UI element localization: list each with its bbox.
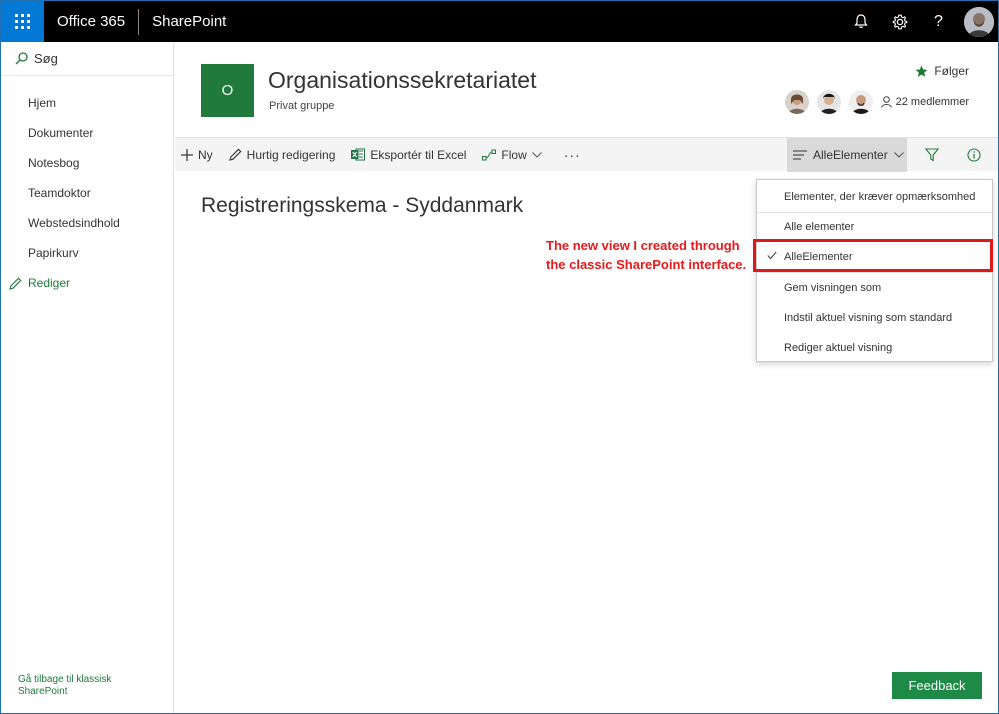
app-launcher-button[interactable] (1, 1, 44, 42)
view-menu-item-label: Alle elementer (784, 221, 855, 233)
search-label: Søg (34, 51, 58, 66)
members-count-link[interactable]: 22 medlemmer (880, 96, 969, 108)
nav-item-notesbog[interactable]: Notesbog (1, 148, 173, 178)
view-menu-item-all-items[interactable]: Alle elementer (757, 212, 992, 242)
quick-edit-label: Hurtig redigering (246, 147, 336, 162)
return-to-classic-link[interactable]: Gå tilbage til klassisk SharePoint (18, 674, 138, 698)
view-menu-item-label: Rediger aktuel visning (784, 342, 893, 354)
plus-icon (181, 148, 193, 161)
member-avatar[interactable] (784, 90, 809, 114)
search-icon (15, 52, 28, 65)
info-icon (967, 148, 981, 162)
pencil-icon (9, 277, 22, 290)
chevron-down-icon (893, 152, 904, 158)
suite-right-controls: ? (841, 1, 998, 42)
nav-edit-link[interactable]: Rediger (1, 268, 173, 298)
flow-icon (482, 149, 497, 160)
left-navigation: Søg Hjem Dokumenter Notesbog Teamdoktor … (1, 42, 174, 713)
filter-button[interactable] (917, 138, 947, 172)
flow-button[interactable]: Flow (474, 138, 549, 172)
excel-icon (351, 148, 366, 161)
view-switcher-label: AlleElementer (813, 148, 888, 162)
notifications-button[interactable] (841, 1, 880, 42)
bell-icon (853, 14, 868, 28)
follow-button[interactable]: Følger (915, 64, 969, 78)
help-button[interactable]: ? (919, 1, 958, 42)
view-menu-item-label: Elementer, der kræver opmærksomhed (784, 191, 976, 203)
office365-brand-link[interactable]: Office 365 (44, 13, 138, 30)
sharepoint-window: Office 365 SharePoint ? Søg Hjem Dokumen… (0, 0, 999, 714)
gear-icon (892, 14, 907, 29)
nav-item-teamdoktor[interactable]: Teamdoktor (1, 178, 173, 208)
view-dropdown-menu: Elementer, der kræver opmærksomhed Alle … (756, 179, 993, 362)
checkmark-icon (767, 251, 777, 260)
member-photo-icon (848, 90, 873, 114)
nav-item-papirkurv[interactable]: Papirkurv (1, 238, 173, 268)
nav-edit-label: Rediger (28, 276, 71, 290)
site-logo[interactable]: O (201, 64, 254, 117)
user-avatar[interactable] (964, 6, 994, 37)
command-bar: Ny Hurtig redigering Eksportér til Excel (175, 137, 998, 172)
new-label: Ny (198, 147, 213, 162)
suite-bar: Office 365 SharePoint ? (1, 1, 998, 42)
nav-item-webstedsindhold[interactable]: Webstedsindhold (1, 208, 173, 238)
chevron-down-icon (531, 151, 542, 158)
view-switcher-button[interactable]: AlleElementer (787, 138, 907, 172)
member-photo-icon (816, 90, 841, 114)
nav-item-dokumenter[interactable]: Dokumenter (1, 118, 173, 148)
site-header: O Organisationssekretariatet Privat grup… (175, 42, 998, 137)
site-title[interactable]: Organisationssekretariatet (268, 67, 536, 94)
quick-edit-button[interactable]: Hurtig redigering (221, 138, 344, 172)
new-button[interactable]: Ny (175, 138, 221, 172)
flow-label: Flow (501, 147, 527, 162)
view-menu-item-edit-view[interactable]: Rediger aktuel visning (757, 333, 992, 363)
nav-item-hjem[interactable]: Hjem (1, 88, 173, 118)
view-menu-item-label: Gem visningen som (784, 282, 882, 294)
view-menu-item-label: AlleElementer (784, 251, 853, 263)
site-subtitle: Privat gruppe (269, 100, 335, 112)
info-button[interactable] (959, 138, 989, 172)
list-title: Registreringsskema - Syddanmark (201, 194, 524, 217)
settings-button[interactable] (880, 1, 919, 42)
member-photo-icon (784, 90, 809, 114)
view-menu-item-alleelementer[interactable]: AlleElementer (757, 242, 992, 272)
view-menu-item-set-default[interactable]: Indstil aktuel visning som standard (757, 303, 992, 333)
export-excel-label: Eksportér til Excel (370, 147, 467, 162)
follow-label: Følger (934, 64, 969, 78)
view-menu-item-save-view-as[interactable]: Gem visningen som (757, 273, 992, 303)
members-area: 22 medlemmer (777, 90, 969, 114)
question-mark-icon: ? (934, 12, 943, 30)
feedback-button[interactable]: Feedback (892, 672, 982, 699)
filter-icon (925, 148, 939, 162)
member-avatar[interactable] (848, 90, 873, 114)
view-menu-item-attention[interactable]: Elementer, der kræver opmærksomhed (757, 182, 992, 212)
annotation-text: The new view I created through the class… (546, 238, 747, 272)
waffle-icon (15, 14, 30, 29)
members-count-label: 22 medlemmer (895, 96, 969, 108)
nav-list: Hjem Dokumenter Notesbog Teamdoktor Webs… (1, 88, 173, 298)
search-box[interactable]: Søg (1, 42, 173, 76)
user-photo-icon (964, 6, 994, 37)
more-commands-button[interactable]: ··· (550, 138, 595, 172)
export-excel-button[interactable]: Eksportér til Excel (343, 138, 474, 172)
pencil-icon (228, 148, 242, 161)
star-icon (915, 65, 928, 77)
sharepoint-app-link[interactable]: SharePoint (139, 13, 239, 30)
member-avatar[interactable] (816, 90, 841, 114)
person-icon (880, 96, 892, 108)
view-list-icon (793, 150, 807, 160)
view-menu-item-label: Indstil aktuel visning som standard (784, 312, 953, 324)
